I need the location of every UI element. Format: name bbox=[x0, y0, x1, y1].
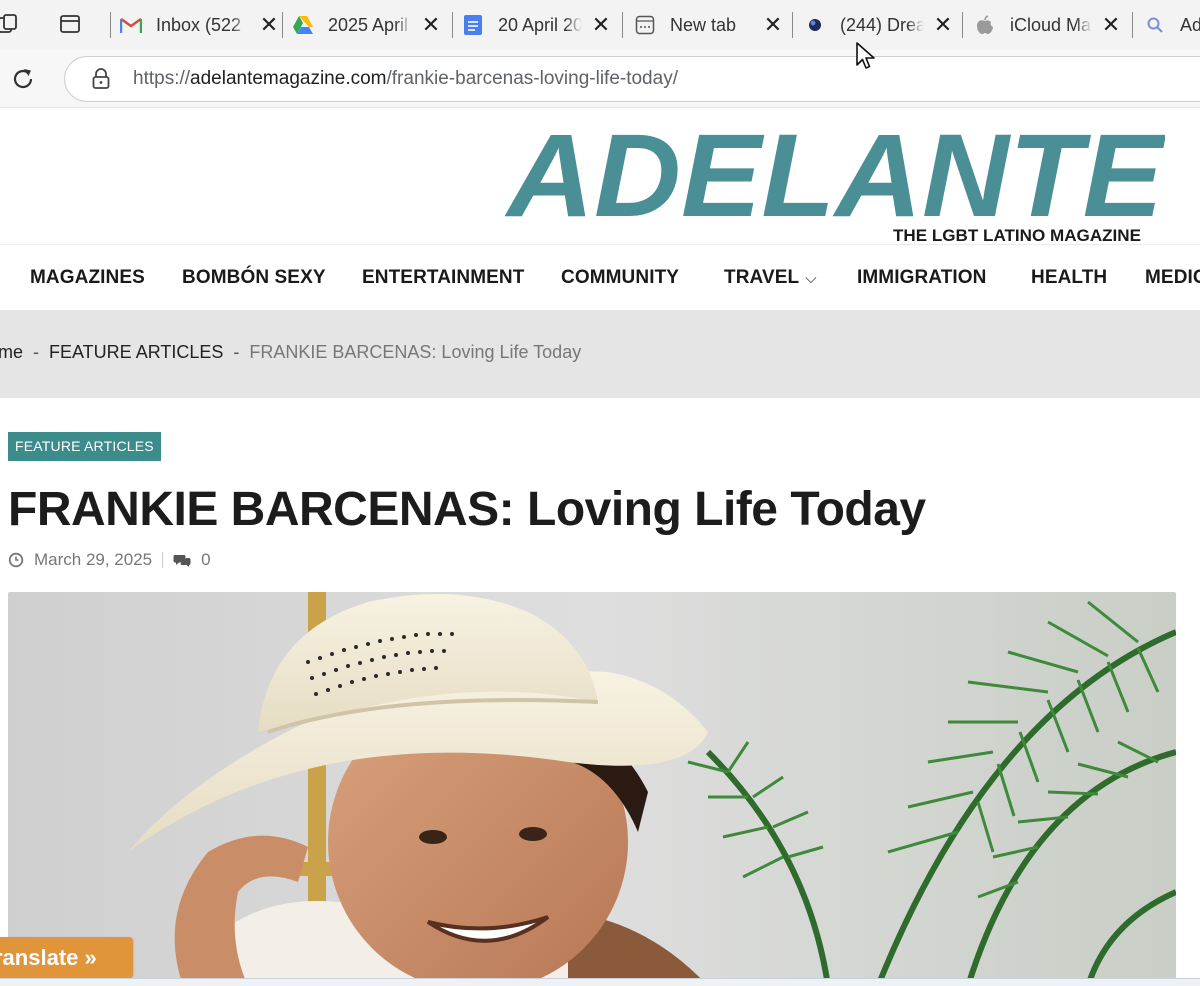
nav-item-medic[interactable]: MEDIC bbox=[1145, 245, 1200, 311]
category-badge[interactable]: FEATURE ARTICLES bbox=[8, 432, 161, 461]
tab-new-tab[interactable]: New tab ✕ bbox=[634, 8, 784, 42]
tab-icloud[interactable]: iCloud Ma ✕ bbox=[974, 8, 1122, 42]
translate-button[interactable]: ranslate » bbox=[0, 937, 133, 978]
tab-title: 2025 April bbox=[328, 14, 409, 35]
close-icon[interactable]: ✕ bbox=[258, 12, 280, 37]
article-date[interactable]: March 29, 2025 bbox=[34, 550, 152, 570]
url-path: /frankie-barcenas-loving-life-today/ bbox=[386, 68, 678, 89]
tab-separator bbox=[622, 12, 623, 38]
tab-separator bbox=[1132, 12, 1133, 38]
tab-inbox[interactable]: Inbox (522 ✕ bbox=[120, 8, 280, 42]
close-icon[interactable]: ✕ bbox=[420, 12, 442, 37]
main-navigation: › MAGAZINES BOMBÓN SEXY ENTERTAINMENT CO… bbox=[0, 244, 1200, 310]
tab-title: Ad bbox=[1180, 14, 1200, 35]
tab-separator bbox=[792, 12, 793, 38]
nav-item-community[interactable]: COMMUNITY bbox=[561, 245, 679, 311]
mouse-cursor-icon bbox=[856, 42, 875, 69]
close-icon[interactable]: ✕ bbox=[1100, 12, 1122, 37]
tab-docs[interactable]: 20 April 20 ✕ bbox=[462, 8, 612, 42]
breadcrumb-current: FRANKIE BARCENAS: Loving Life Today bbox=[249, 342, 582, 362]
comments-icon bbox=[173, 555, 191, 567]
close-icon[interactable]: ✕ bbox=[590, 12, 612, 37]
google-drive-icon bbox=[292, 14, 314, 36]
logo-wordmark: ADELANTE bbox=[505, 118, 1165, 242]
close-icon[interactable]: ✕ bbox=[932, 12, 954, 37]
logo-tagline: THE LGBT LATINO MAGAZINE bbox=[893, 226, 1141, 242]
article-meta: March 29, 2025 0 bbox=[8, 549, 211, 571]
breadcrumb-separator: - bbox=[233, 342, 240, 362]
tab-ad[interactable]: Ad bbox=[1144, 8, 1200, 42]
nav-item-bombon-sexy[interactable]: BOMBÓN SEXY bbox=[182, 245, 326, 311]
tab-drive[interactable]: 2025 April ✕ bbox=[292, 8, 442, 42]
address-bar-row: https://adelantemagazine.com/frankie-bar… bbox=[0, 50, 1200, 108]
breadcrumb: ome-FEATURE ARTICLES-FRANKIE BARCENAS: L… bbox=[0, 310, 1200, 398]
browser-tab-strip: Inbox (522 ✕ 2025 April ✕ 20 April 20 ✕ bbox=[0, 0, 1200, 50]
tab-title: (244) Drea bbox=[840, 14, 924, 35]
tab-title: 20 April 20 bbox=[498, 14, 582, 35]
site-header: ADELANTE THE LGBT LATINO MAGAZINE bbox=[0, 108, 1200, 244]
generic-site-icon bbox=[804, 14, 826, 36]
url-host: adelantemagazine.com bbox=[190, 68, 387, 89]
tab-actions-icon[interactable] bbox=[58, 12, 82, 36]
nav-item-entertainment[interactable]: ENTERTAINMENT bbox=[362, 245, 524, 311]
url-bar[interactable]: https://adelantemagazine.com/frankie-bar… bbox=[64, 56, 1200, 102]
tab-title: Inbox (522 bbox=[156, 14, 242, 35]
nav-item-label: TRAVEL bbox=[724, 267, 800, 288]
tab-separator bbox=[110, 12, 111, 38]
article-title: FRANKIE BARCENAS: Loving Life Today bbox=[8, 483, 926, 536]
tab-separator bbox=[452, 12, 453, 38]
url-scheme: https:// bbox=[133, 68, 191, 89]
breadcrumb-section[interactable]: FEATURE ARTICLES bbox=[49, 342, 223, 362]
new-tab-icon bbox=[634, 14, 656, 36]
breadcrumb-home[interactable]: ome bbox=[0, 342, 23, 362]
url-text[interactable]: https://adelantemagazine.com/frankie-bar… bbox=[133, 68, 678, 90]
apple-icon bbox=[974, 14, 996, 36]
meta-divider bbox=[162, 552, 164, 568]
workspaces-icon[interactable] bbox=[0, 12, 20, 36]
lock-icon[interactable] bbox=[91, 68, 111, 90]
tab-separator bbox=[962, 12, 963, 38]
breadcrumb-separator: - bbox=[33, 342, 40, 362]
reload-icon[interactable] bbox=[10, 66, 36, 92]
breadcrumb-row: ome-FEATURE ARTICLES-FRANKIE BARCENAS: L… bbox=[0, 342, 581, 363]
tab-separator bbox=[282, 12, 283, 38]
gmail-icon bbox=[120, 14, 142, 36]
window-bottom-edge bbox=[0, 978, 1200, 986]
chevron-down-icon: ⌵ bbox=[805, 270, 817, 287]
nav-item-immigration[interactable]: IMMIGRATION bbox=[857, 245, 987, 311]
site-logo[interactable]: ADELANTE THE LGBT LATINO MAGAZINE bbox=[505, 118, 1165, 242]
tab-title: New tab bbox=[670, 14, 737, 35]
nav-item-travel[interactable]: TRAVEL ⌵ bbox=[724, 245, 817, 311]
comment-count[interactable]: 0 bbox=[201, 550, 210, 570]
close-icon[interactable]: ✕ bbox=[762, 12, 784, 37]
nav-item-magazines[interactable]: MAGAZINES bbox=[30, 245, 145, 311]
tab-title: iCloud Ma bbox=[1010, 14, 1092, 35]
hero-image[interactable] bbox=[8, 592, 1176, 986]
nav-item-health[interactable]: HEALTH bbox=[1031, 245, 1107, 311]
clock-icon bbox=[8, 552, 24, 568]
search-icon bbox=[1144, 14, 1166, 36]
tab-dream[interactable]: (244) Drea ✕ bbox=[804, 8, 954, 42]
google-docs-icon bbox=[462, 14, 484, 36]
